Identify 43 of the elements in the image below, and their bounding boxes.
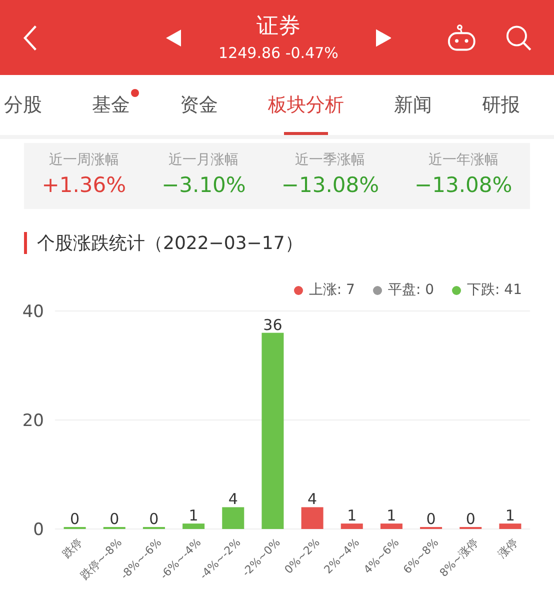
data-label: 0 [426, 510, 436, 528]
tab[interactable]: 板块分析 [268, 75, 344, 135]
y-tick-label: 40 [22, 302, 44, 322]
data-label: 1 [188, 506, 198, 525]
period-change: +1.36% [42, 173, 126, 197]
period-label: 近一年涨幅 [428, 151, 498, 169]
legend-label: 平盘: 0 [388, 281, 434, 299]
data-label: 36 [263, 316, 282, 334]
tab[interactable]: 研报 [482, 75, 520, 135]
period-label: 近一周涨幅 [48, 151, 119, 169]
robot-icon[interactable] [447, 24, 477, 52]
period-change: −13.08% [414, 173, 512, 197]
data-label: 4 [228, 490, 238, 508]
tab[interactable]: 分股 [4, 75, 42, 135]
previous-icon[interactable] [166, 28, 182, 46]
tab[interactable]: 新闻 [394, 75, 432, 135]
window-title: 证券 [256, 12, 300, 40]
data-label: 0 [466, 510, 476, 528]
data-label: 0 [110, 510, 120, 528]
category-label: 涨停 [496, 536, 520, 561]
data-label: 1 [347, 506, 357, 525]
data-label: 0 [149, 510, 159, 528]
tab[interactable]: 资金 [180, 75, 218, 135]
category-label: 跌停 [60, 536, 85, 561]
tab[interactable]: 基金 [92, 75, 130, 135]
period-label: 近一季涨幅 [295, 151, 366, 169]
legend-label: 上涨: 7 [308, 281, 355, 299]
back-icon[interactable] [22, 24, 38, 52]
next-icon[interactable] [376, 28, 392, 46]
y-tick-label: 0 [33, 520, 44, 540]
data-label: 1 [386, 506, 396, 525]
data-label: 1 [505, 506, 515, 525]
period-label: 近一月涨幅 [168, 151, 239, 169]
data-label: 4 [308, 490, 318, 508]
index-quote: 1249.86 -0.47% [218, 42, 338, 64]
legend-label: 下跌: 41 [467, 281, 522, 299]
data-label: 0 [70, 510, 80, 528]
period-change: −13.08% [281, 173, 380, 197]
period-change: −3.10% [162, 173, 246, 197]
y-tick-label: 20 [22, 411, 44, 431]
search-icon[interactable] [504, 24, 532, 52]
section-marker [24, 232, 27, 254]
section-title: 个股涨跌统计（2022−03−17） [37, 232, 303, 255]
